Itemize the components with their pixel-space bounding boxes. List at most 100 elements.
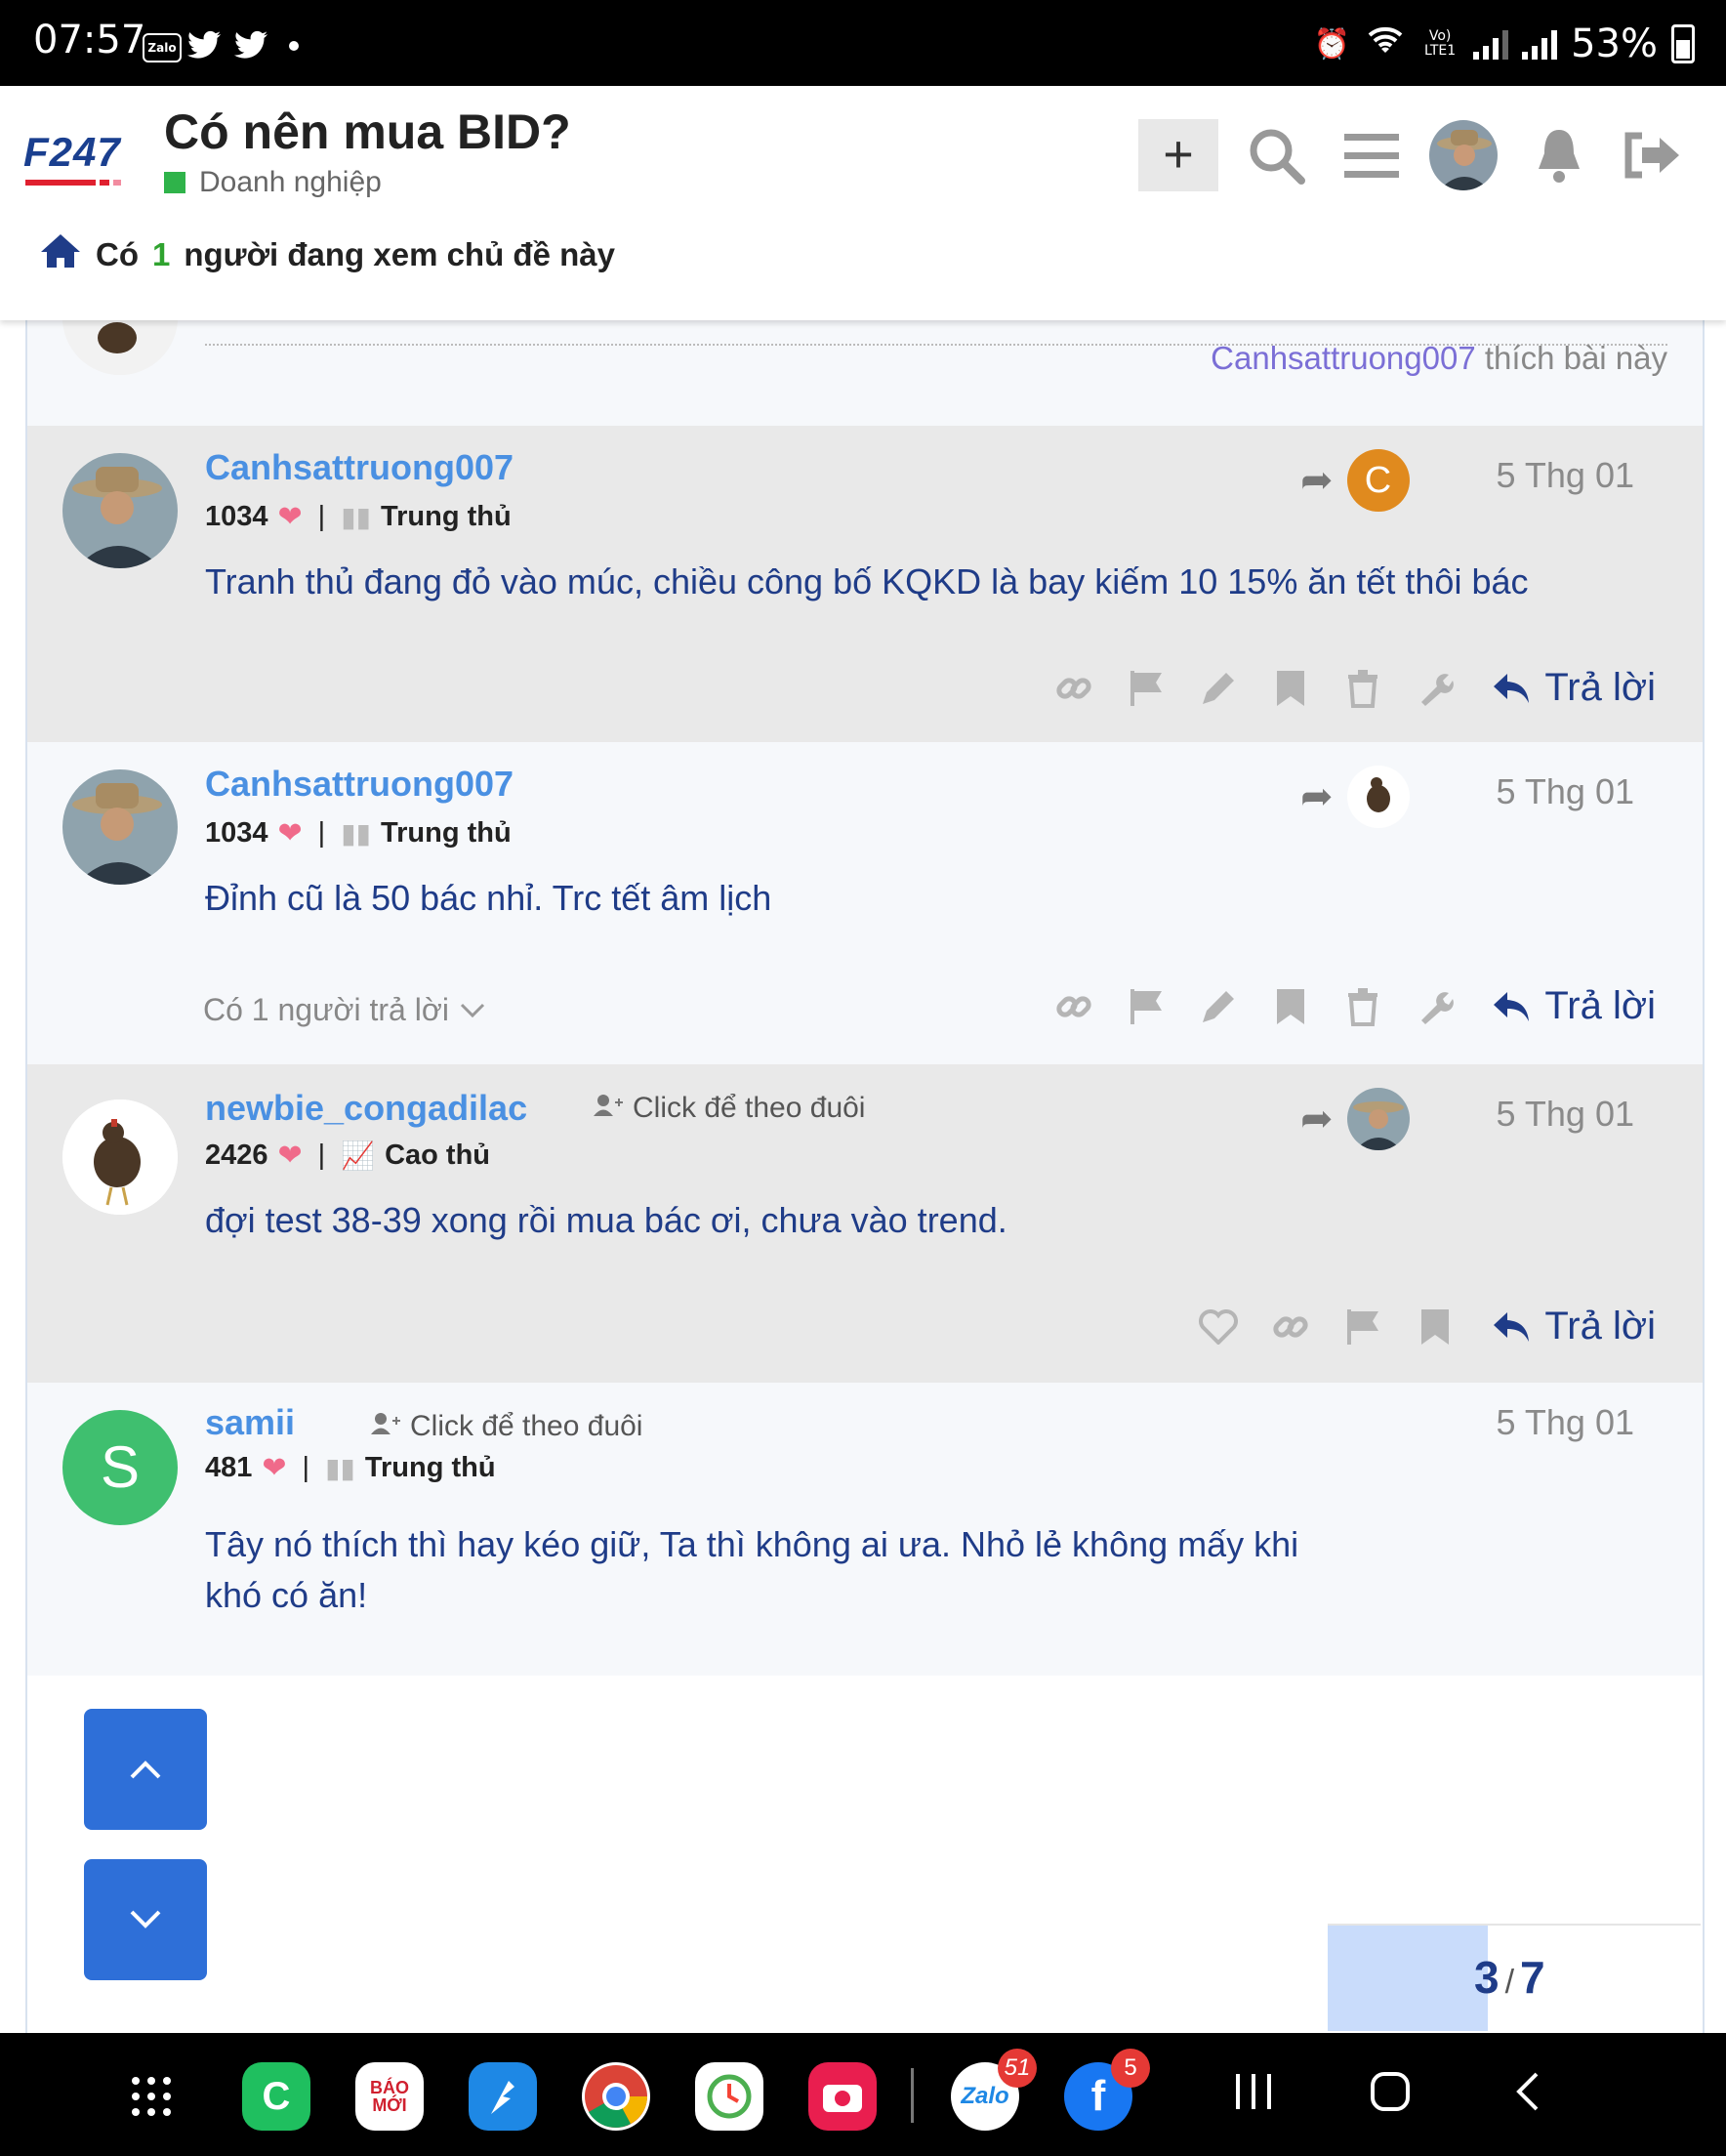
post-stream: Canhsattruong007 thích bài này Canhsattr… — [25, 320, 1705, 2033]
search-icon[interactable] — [1242, 119, 1310, 191]
follow-button[interactable]: Click để theo đuôi — [371, 1410, 642, 1443]
reply-to-avatar — [1346, 766, 1410, 828]
post-username[interactable]: Canhsattruong007 — [205, 447, 514, 488]
fireant-app-icon[interactable] — [469, 2062, 537, 2131]
post-avatar[interactable] — [62, 769, 178, 885]
post-avatar[interactable]: S — [62, 1410, 178, 1525]
follow-button[interactable]: Click để theo đuôi — [594, 1092, 865, 1125]
reply-button[interactable]: Trả lời — [1492, 984, 1656, 1028]
reply-to-arrow-icon: ➦ — [1300, 1098, 1334, 1140]
post-date[interactable]: 5 Thg 01 — [1497, 771, 1634, 812]
post-avatar[interactable] — [62, 453, 178, 568]
bookmark-icon[interactable] — [1416, 1307, 1455, 1347]
phone-app-icon[interactable]: C — [242, 2062, 310, 2131]
post: newbie_congadilac Click để theo đuôi ➦ 5… — [27, 1064, 1703, 1385]
replies-toggle[interactable]: Có 1 người trả lời — [203, 992, 486, 1028]
post-avatar[interactable] — [62, 1099, 178, 1215]
topic-progress[interactable]: 3/7 — [1328, 1924, 1701, 2031]
reply-to-indicator[interactable]: ➦ — [1300, 766, 1410, 828]
reply-to-indicator[interactable]: ➦ — [1300, 1088, 1410, 1150]
chrome-app-icon[interactable] — [582, 2062, 650, 2131]
user-avatar-button[interactable] — [1429, 119, 1498, 191]
zalo-badge: 51 — [998, 2049, 1037, 2088]
flag-icon[interactable] — [1343, 1307, 1382, 1347]
post-actions: Trả lời — [1054, 666, 1656, 710]
link-icon[interactable] — [1271, 1307, 1310, 1347]
heart-icon: ❤ — [277, 1140, 303, 1172]
user-meta: 2426 ❤ | 📈 Cao thủ — [205, 1140, 491, 1172]
wifi-icon — [1364, 21, 1407, 66]
avatar-letter: S — [100, 1434, 141, 1500]
reply-to-avatar: C — [1346, 449, 1410, 512]
post: Canhsattruong007 ➦ C 5 Thg 01 1034 ❤ | ▮… — [27, 426, 1703, 744]
clock-app-icon[interactable] — [695, 2062, 763, 2131]
like-heart-icon[interactable] — [1199, 1307, 1239, 1347]
category-badge[interactable]: Doanh nghiệp — [164, 166, 382, 199]
heart-icon: ❤ — [262, 1452, 287, 1484]
hamburger-menu-icon[interactable] — [1337, 119, 1406, 191]
link-icon[interactable] — [1054, 987, 1093, 1026]
progress-text: 3/7 — [1474, 1952, 1545, 2003]
wrench-icon[interactable] — [1416, 987, 1455, 1026]
reply-button[interactable]: Trả lời — [1492, 666, 1656, 710]
wrench-icon[interactable] — [1416, 669, 1455, 708]
home-button[interactable] — [1369, 2068, 1412, 2125]
user-meta: 481 ❤ | ▮▮ Trung thủ — [205, 1452, 496, 1484]
topic-header: F247 Có nên mua BID? Doanh nghiệp + Có 1… — [0, 86, 1726, 320]
bookmark-icon[interactable] — [1271, 669, 1310, 708]
apps-grid-icon[interactable] — [117, 2062, 185, 2131]
signal-icon-2 — [1522, 28, 1558, 60]
camera-app-icon[interactable] — [808, 2062, 877, 2131]
new-topic-button[interactable]: + — [1138, 119, 1218, 191]
recent-apps-button[interactable] — [1232, 2068, 1275, 2125]
reply-button[interactable]: Trả lời — [1492, 1305, 1656, 1348]
user-meta: 1034 ❤ | ▮▮ Trung thủ — [205, 817, 512, 850]
post-date[interactable]: 5 Thg 01 — [1497, 1402, 1634, 1443]
site-logo[interactable]: F247 — [23, 129, 150, 197]
home-icon[interactable] — [39, 232, 82, 277]
heart-icon: ❤ — [277, 501, 303, 533]
add-user-icon — [594, 1092, 623, 1125]
logout-icon[interactable] — [1617, 119, 1685, 191]
rank-icon: ▮▮ — [341, 818, 372, 849]
post-actions: Trả lời — [1199, 1305, 1656, 1348]
reply-to-indicator[interactable]: ➦ C — [1300, 449, 1410, 512]
post-username[interactable]: Canhsattruong007 — [205, 764, 514, 805]
more-notifications-dot — [289, 41, 299, 51]
user-rank: Trung thủ — [364, 1452, 496, 1483]
delete-icon[interactable] — [1343, 669, 1382, 708]
topic-title[interactable]: Có nên mua BID? — [164, 104, 571, 160]
back-button[interactable] — [1513, 2068, 1542, 2125]
edit-icon[interactable] — [1199, 987, 1238, 1026]
post-username[interactable]: samii — [205, 1402, 295, 1443]
link-icon[interactable] — [1054, 669, 1093, 708]
follow-label: Click để theo đuôi — [633, 1092, 866, 1124]
previous-post-footer: Canhsattruong007 thích bài này — [27, 320, 1703, 428]
zalo-notification-icon: Zalo — [143, 33, 182, 62]
flag-icon[interactable] — [1127, 987, 1166, 1026]
flag-icon[interactable] — [1127, 669, 1166, 708]
battery-percent: 53% — [1571, 21, 1658, 66]
delete-icon[interactable] — [1343, 987, 1382, 1026]
edit-icon[interactable] — [1199, 669, 1238, 708]
bookmark-icon[interactable] — [1271, 987, 1310, 1026]
reply-label: Trả lời — [1544, 666, 1656, 709]
zalo-app-icon[interactable]: Zalo 51 — [951, 2049, 1037, 2131]
progress-fill — [1328, 1926, 1489, 2031]
liker-name[interactable]: Canhsattruong007 — [1211, 340, 1476, 376]
viewers-count: 1 — [152, 236, 171, 272]
replies-text: Có 1 người trả lời — [203, 992, 449, 1027]
scroll-down-button[interactable] — [84, 1859, 207, 1980]
baomoi-app-icon[interactable]: BÁO MỚI — [355, 2062, 424, 2131]
previous-post-avatar[interactable] — [62, 320, 178, 375]
chart-rank-icon: 📈 — [341, 1140, 376, 1171]
post-date[interactable]: 5 Thg 01 — [1497, 455, 1634, 496]
follow-label: Click để theo đuôi — [410, 1410, 643, 1442]
post-date[interactable]: 5 Thg 01 — [1497, 1094, 1634, 1135]
volte-label: Vo) LTE1 — [1424, 28, 1457, 59]
facebook-app-icon[interactable]: f 5 — [1064, 2049, 1150, 2131]
post-username[interactable]: newbie_congadilac — [205, 1088, 527, 1129]
bell-icon[interactable] — [1525, 119, 1593, 191]
scroll-up-button[interactable] — [84, 1709, 207, 1830]
post: Canhsattruong007 ➦ 5 Thg 01 1034 ❤ | ▮▮ … — [27, 742, 1703, 1066]
